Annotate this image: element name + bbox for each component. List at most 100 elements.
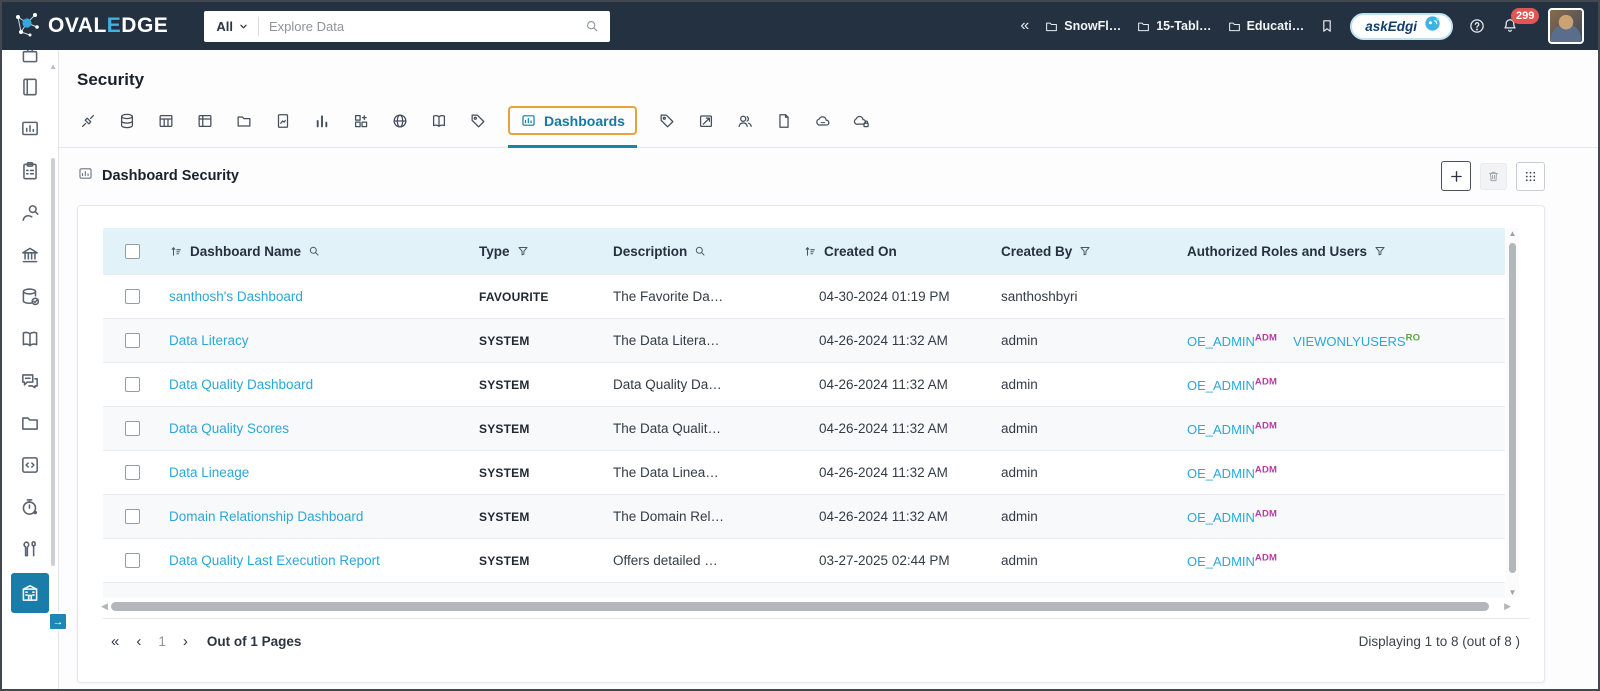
sidebar-item-chat[interactable] [2,360,58,402]
column-search-icon[interactable] [693,244,707,258]
tab-blocks[interactable] [352,112,370,130]
role-link[interactable]: OE_ADMINADM [1187,376,1277,392]
shortcut-folder-2[interactable]: 15-Tabl… [1136,19,1212,34]
horizontal-scrollbar[interactable]: ◀ ▶ [101,601,1511,613]
next-page-button[interactable]: › [183,634,188,649]
row-checkbox[interactable] [124,465,140,480]
tab-cloud-api-lock[interactable] [853,112,871,130]
user-avatar[interactable] [1548,8,1584,44]
sidebar-item-code[interactable] [2,444,58,486]
sidebar-item-tools[interactable] [2,528,58,570]
scroll-right-icon[interactable]: ▶ [1504,601,1511,612]
column-header-created_on[interactable]: Created On [797,244,993,259]
notifications-bell-icon[interactable]: 299 [1501,8,1540,35]
dashboard-name-link[interactable]: Data Lineage [169,465,249,480]
role-link[interactable]: OE_ADMINADM [1187,508,1277,524]
tab-bar-chart[interactable] [313,112,331,130]
tab-globe[interactable] [391,112,409,130]
scroll-down-icon[interactable]: ▼ [1506,588,1519,597]
tab-connectors[interactable] [79,112,97,130]
role-link[interactable]: OE_ADMINADM [1187,464,1277,480]
dashboard-name-link[interactable]: Data Quality Last Execution Report [169,553,380,568]
scroll-up-icon[interactable]: ▲ [1506,229,1519,238]
dashboard-name-link[interactable]: Data Quality Dashboard [169,377,313,392]
column-header-type[interactable]: Type [471,244,605,259]
sidebar-item-timer[interactable] [2,486,58,528]
sidebar-item-building[interactable] [2,570,58,616]
sidebar-item-journal[interactable] [2,66,58,108]
grid-view-button[interactable] [1516,161,1545,191]
dashboard-name-link[interactable]: Data Literacy [169,333,249,348]
sidebar-item-book[interactable] [2,318,58,360]
column-header-name[interactable]: Dashboard Name [161,244,471,259]
tab-folder[interactable] [235,112,253,130]
sort-icon[interactable] [169,244,184,259]
row-description: The Data Litera… [613,333,720,348]
tab-tag[interactable] [469,112,487,130]
search-input[interactable] [258,18,585,34]
tab-table-columns[interactable] [196,112,214,130]
role-link[interactable]: OE_ADMINADM [1187,552,1277,568]
tab-launch[interactable] [697,112,715,130]
shortcut-folder-1[interactable]: SnowFl… [1044,19,1121,34]
row-checkbox[interactable] [124,553,140,568]
row-checkbox[interactable] [124,289,140,304]
tab-file[interactable] [775,112,793,130]
tab-database[interactable] [118,112,136,130]
folder-icon [1136,19,1151,34]
ask-edgi-button[interactable]: askEdgi [1350,12,1453,40]
scroll-left-icon[interactable]: ◀ [101,601,108,612]
column-header-roles[interactable]: Authorized Roles and Users [1179,244,1505,259]
dashboard-name-link[interactable]: santhosh's Dashboard [169,289,303,304]
row-checkbox[interactable] [124,377,140,392]
shortcut-folder-3[interactable]: Educati… [1227,19,1304,34]
column-header-created_by[interactable]: Created By [993,244,1179,259]
select-all-checkbox[interactable] [124,243,140,259]
tab-cloud-api[interactable] [814,112,832,130]
row-description: Data Quality Da… [613,377,722,392]
tab-tag[interactable] [658,112,676,130]
row-checkbox[interactable] [124,509,140,524]
column-filter-icon[interactable] [516,244,530,258]
add-button[interactable] [1441,161,1471,191]
sidebar-item-bank[interactable] [2,234,58,276]
row-checkbox[interactable] [124,421,140,436]
column-filter-icon[interactable] [1373,244,1387,258]
tab-book[interactable] [430,112,448,130]
sidebar-item-clipboard[interactable] [2,150,58,192]
dashboard-name-link[interactable]: Data Quality Scores [169,421,289,436]
tab-dashboards[interactable]: Dashboards [508,106,637,148]
ovaledge-logo[interactable]: OVALEDGE [12,9,168,44]
sort-icon[interactable] [803,244,818,259]
horizontal-scroll-thumb[interactable] [111,602,1489,611]
search-scope-dropdown[interactable]: All [204,19,258,34]
sidebar-item-inspect[interactable] [2,192,58,234]
delete-button[interactable] [1480,162,1507,190]
clipboard-icon [19,160,41,182]
role-link[interactable]: OE_ADMINADM [1187,332,1277,348]
help-icon[interactable] [1468,17,1486,35]
vertical-scrollbar[interactable]: ▲ ▼ [1506,228,1519,598]
sidebar-expand-button[interactable]: → [48,612,68,631]
row-checkbox[interactable] [124,333,140,348]
tab-table[interactable] [157,112,175,130]
bookmark-icon[interactable] [1319,18,1335,34]
dashboard-name-link[interactable]: Domain Relationship Dashboard [169,509,363,524]
first-page-button[interactable]: « [111,634,119,649]
tab-file-chart[interactable] [274,112,292,130]
sidebar-scroll-up-icon[interactable]: ▲ [49,62,57,71]
collapse-shortcuts-icon[interactable]: « [1020,18,1029,34]
column-header-description[interactable]: Description [605,244,797,259]
sidebar-item-report[interactable] [2,108,58,150]
column-search-icon[interactable] [307,244,321,258]
search-icon[interactable] [584,18,610,34]
prev-page-button[interactable]: ‹ [136,634,141,649]
sidebar-item-database-check[interactable] [2,276,58,318]
role-link[interactable]: OE_ADMINADM [1187,420,1277,436]
column-filter-icon[interactable] [1078,244,1092,258]
sidebar-item-folder[interactable] [2,402,58,444]
tab-users[interactable] [736,112,754,130]
sidebar-scrollbar[interactable] [51,158,55,566]
role-link[interactable]: VIEWONLYUSERSRO [1293,332,1420,348]
vertical-scroll-thumb[interactable] [1509,243,1516,573]
